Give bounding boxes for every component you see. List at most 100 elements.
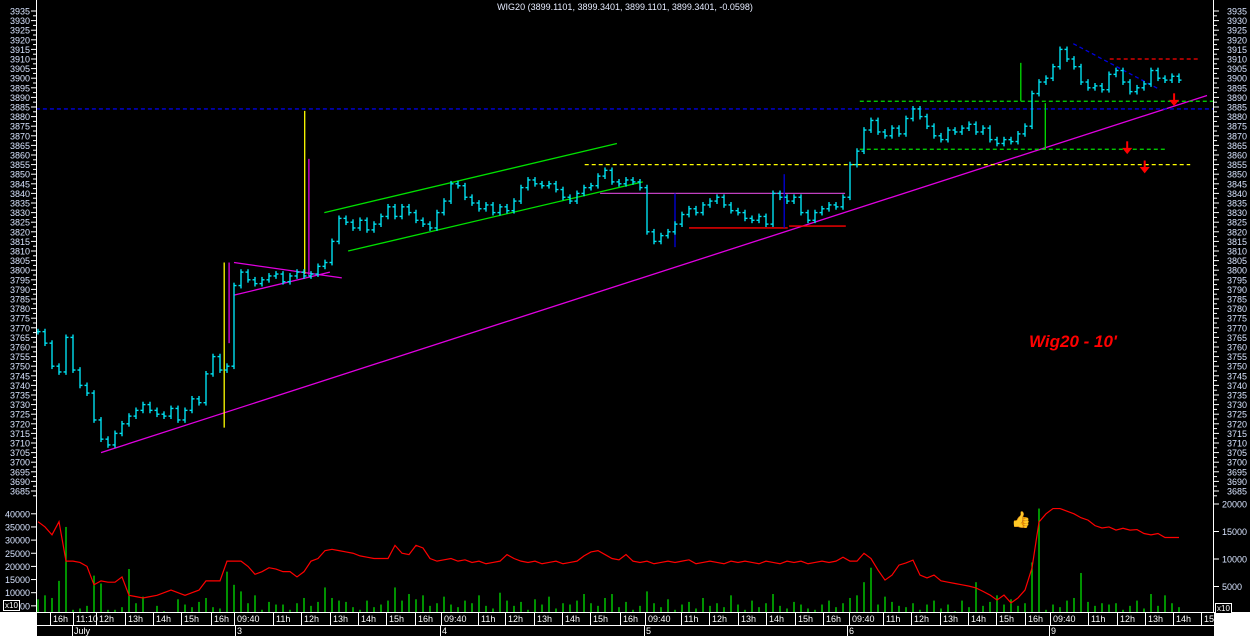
price-label-right: 3880: [1227, 112, 1247, 122]
price-bar: [1092, 83, 1098, 91]
arrow-down-icon: [1169, 93, 1180, 107]
price-bar: [441, 198, 447, 216]
price-bar: [203, 371, 209, 406]
price-bar: [427, 221, 433, 231]
price-bar: [819, 205, 825, 216]
price-bar: [714, 194, 720, 204]
time-label: 16h: [623, 614, 638, 624]
price-label-left: 3810: [10, 247, 30, 257]
price-bar: [448, 180, 454, 204]
price-bar: [105, 436, 111, 448]
price-label-left: 3895: [10, 83, 30, 93]
time-label: 13h: [1148, 614, 1163, 624]
price-label-left: 3915: [10, 45, 30, 55]
price-label-right: 3805: [1227, 256, 1247, 266]
price-label-left: 3690: [10, 477, 30, 487]
price-bar: [49, 340, 55, 370]
price-label-right: 3865: [1227, 141, 1247, 151]
price-label-right: 3760: [1227, 343, 1247, 353]
price-label-right: 3705: [1227, 448, 1247, 458]
price-bar: [399, 203, 405, 220]
price-label-left: 3780: [10, 304, 30, 314]
price-bar: [966, 121, 972, 131]
volume-label-right: 15000: [1222, 527, 1247, 537]
time-label: 11h: [1091, 614, 1105, 624]
price-bar: [987, 125, 993, 143]
price-label-left: 3750: [10, 362, 30, 372]
price-bar: [266, 273, 272, 283]
price-bar: [98, 417, 104, 443]
price-label-left: 3825: [10, 218, 30, 228]
price-bar: [1001, 136, 1007, 147]
time-label: 12h: [712, 614, 727, 624]
price-label-right: 3815: [1227, 237, 1247, 247]
time-label: 14h: [769, 614, 784, 624]
price-bar: [917, 106, 923, 120]
price-bar: [959, 125, 965, 135]
price-bar: [252, 276, 258, 287]
price-label-left: 3805: [10, 256, 30, 266]
price-label-right: 3850: [1227, 170, 1247, 180]
price-label-left: 3735: [10, 391, 30, 401]
volume-label-left: 30000: [5, 536, 30, 546]
price-bar: [637, 179, 643, 191]
time-label: 11h: [886, 614, 900, 624]
price-bar: [560, 186, 566, 201]
price-label-right: 3890: [1227, 93, 1247, 103]
price-bar: [742, 209, 748, 222]
volume-label-left: 10000: [5, 588, 30, 598]
price-label-right: 3730: [1227, 400, 1247, 410]
price-bar: [651, 228, 657, 245]
price-bar: [1071, 56, 1077, 70]
arrow-head: [1139, 167, 1150, 174]
price-bar: [490, 202, 496, 216]
time-label: 14h: [971, 614, 986, 624]
time-label: 11h: [481, 614, 495, 624]
time-label: 09:40: [1053, 614, 1076, 624]
price-bar: [77, 367, 83, 389]
price-bar: [1064, 46, 1070, 62]
time-label: 11:10: [76, 614, 98, 624]
price-label-left: 3755: [10, 352, 30, 362]
price-label-right: 3870: [1227, 131, 1247, 141]
drawing-trendline: [1072, 43, 1161, 91]
price-bar: [728, 202, 734, 214]
price-bar: [980, 125, 986, 135]
price-bar: [336, 215, 342, 245]
price-label-right: 3695: [1227, 467, 1247, 477]
date-label: 9: [1051, 626, 1056, 636]
price-label-left: 3905: [10, 64, 30, 74]
price-bar: [462, 182, 468, 201]
price-label-right: 3700: [1227, 458, 1247, 468]
price-bar: [196, 395, 202, 406]
volume-label-right: 5000: [1222, 582, 1242, 592]
volume-label-left: 40000: [5, 509, 30, 519]
price-label-left: 3830: [10, 208, 30, 218]
price-bar: [1134, 84, 1140, 95]
price-bar: [350, 219, 356, 231]
price-label-left: 3820: [10, 227, 30, 237]
price-bar: [322, 259, 328, 270]
price-bar: [861, 127, 867, 155]
price-bar: [826, 202, 832, 212]
price-label-left: 3835: [10, 199, 30, 209]
price-bar: [882, 129, 888, 139]
price-label-right: 3765: [1227, 333, 1247, 343]
price-bar: [1148, 67, 1154, 87]
time-label: 11h: [684, 614, 698, 624]
price-bar: [413, 209, 419, 224]
drawing-trendline: [100, 94, 1208, 454]
price-bar: [357, 217, 363, 231]
price-bar: [763, 213, 769, 227]
price-label-left: 3800: [10, 266, 30, 276]
price-bar: [406, 203, 412, 216]
price-bar: [469, 194, 475, 206]
time-label: 14h: [1176, 614, 1191, 624]
price-label-right: 3685: [1227, 487, 1247, 497]
time-label: 12h: [508, 614, 523, 624]
time-label: 16h: [418, 614, 433, 624]
price-bar: [1036, 79, 1042, 97]
price-bar: [70, 334, 76, 373]
time-label: 13h: [128, 614, 143, 624]
price-label-left: 3845: [10, 179, 30, 189]
